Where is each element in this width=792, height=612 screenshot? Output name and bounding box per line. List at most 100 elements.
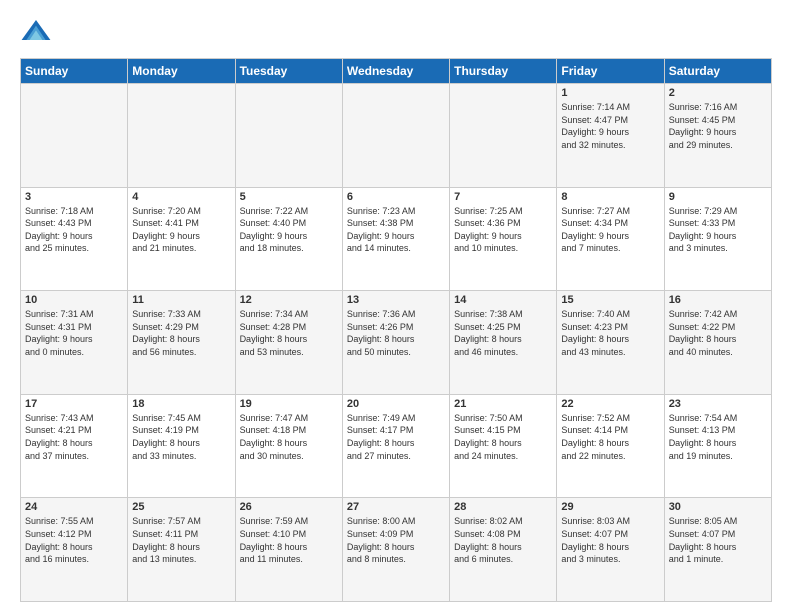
header-day: Wednesday — [342, 59, 449, 84]
day-number: 10 — [25, 294, 123, 306]
day-info: Sunrise: 8:03 AM Sunset: 4:07 PM Dayligh… — [561, 515, 659, 565]
calendar-cell: 22 Sunrise: 7:52 AM Sunset: 4:14 PM Dayli… — [557, 394, 664, 498]
day-number: 27 — [347, 501, 445, 513]
logo-icon — [20, 16, 52, 48]
day-info: Sunrise: 7:47 AM Sunset: 4:18 PM Dayligh… — [240, 412, 338, 462]
day-info: Sunrise: 7:23 AM Sunset: 4:38 PM Dayligh… — [347, 205, 445, 255]
day-info: Sunrise: 7:31 AM Sunset: 4:31 PM Dayligh… — [25, 308, 123, 358]
day-info: Sunrise: 7:45 AM Sunset: 4:19 PM Dayligh… — [132, 412, 230, 462]
day-info: Sunrise: 7:50 AM Sunset: 4:15 PM Dayligh… — [454, 412, 552, 462]
day-number: 18 — [132, 398, 230, 410]
day-number: 3 — [25, 191, 123, 203]
day-info: Sunrise: 7:36 AM Sunset: 4:26 PM Dayligh… — [347, 308, 445, 358]
calendar-cell: 3 Sunrise: 7:18 AM Sunset: 4:43 PM Daylig… — [21, 187, 128, 291]
calendar-cell: 17 Sunrise: 7:43 AM Sunset: 4:21 PM Dayli… — [21, 394, 128, 498]
calendar-cell: 11 Sunrise: 7:33 AM Sunset: 4:29 PM Dayli… — [128, 291, 235, 395]
day-number: 22 — [561, 398, 659, 410]
day-number: 5 — [240, 191, 338, 203]
day-info: Sunrise: 7:57 AM Sunset: 4:11 PM Dayligh… — [132, 515, 230, 565]
header-day: Monday — [128, 59, 235, 84]
day-number: 17 — [25, 398, 123, 410]
day-info: Sunrise: 7:29 AM Sunset: 4:33 PM Dayligh… — [669, 205, 767, 255]
header-day: Friday — [557, 59, 664, 84]
day-info: Sunrise: 7:40 AM Sunset: 4:23 PM Dayligh… — [561, 308, 659, 358]
day-number: 24 — [25, 501, 123, 513]
calendar-cell: 9 Sunrise: 7:29 AM Sunset: 4:33 PM Daylig… — [664, 187, 771, 291]
calendar-cell: 7Sunrise: 7:25 AM Sunset: 4:36 PM Daylig… — [450, 187, 557, 291]
day-info: Sunrise: 7:52 AM Sunset: 4:14 PM Dayligh… — [561, 412, 659, 462]
calendar-cell: 16 Sunrise: 7:42 AM Sunset: 4:22 PM Dayli… — [664, 291, 771, 395]
day-number: 21 — [454, 398, 552, 410]
calendar-cell: 6 Sunrise: 7:23 AM Sunset: 4:38 PM Daylig… — [342, 187, 449, 291]
day-number: 6 — [347, 191, 445, 203]
header-day: Tuesday — [235, 59, 342, 84]
calendar-cell — [21, 84, 128, 188]
day-info: Sunrise: 7:33 AM Sunset: 4:29 PM Dayligh… — [132, 308, 230, 358]
header-day: Saturday — [664, 59, 771, 84]
calendar-cell: 10 Sunrise: 7:31 AM Sunset: 4:31 PM Dayli… — [21, 291, 128, 395]
day-info: Sunrise: 7:14 AM Sunset: 4:47 PM Dayligh… — [561, 101, 659, 151]
calendar-cell: 27 Sunrise: 8:00 AM Sunset: 4:09 PM Dayli… — [342, 498, 449, 602]
calendar-cell: 25 Sunrise: 7:57 AM Sunset: 4:11 PM Dayli… — [128, 498, 235, 602]
day-number: 16 — [669, 294, 767, 306]
day-number: 2 — [669, 87, 767, 99]
day-number: 1 — [561, 87, 659, 99]
calendar-header: SundayMondayTuesdayWednesdayThursdayFrid… — [21, 59, 772, 84]
calendar-cell: 24 Sunrise: 7:55 AM Sunset: 4:12 PM Dayli… — [21, 498, 128, 602]
calendar-cell: 28Sunrise: 8:02 AM Sunset: 4:08 PM Dayli… — [450, 498, 557, 602]
day-info: Sunrise: 8:00 AM Sunset: 4:09 PM Dayligh… — [347, 515, 445, 565]
day-number: 25 — [132, 501, 230, 513]
calendar-cell: 2 Sunrise: 7:16 AM Sunset: 4:45 PM Daylig… — [664, 84, 771, 188]
calendar-week-row: 17 Sunrise: 7:43 AM Sunset: 4:21 PM Dayli… — [21, 394, 772, 498]
calendar-cell: 19 Sunrise: 7:47 AM Sunset: 4:18 PM Dayli… — [235, 394, 342, 498]
day-number: 4 — [132, 191, 230, 203]
calendar-cell — [235, 84, 342, 188]
calendar-cell — [450, 84, 557, 188]
calendar-cell: 13Sunrise: 7:36 AM Sunset: 4:26 PM Dayli… — [342, 291, 449, 395]
day-info: Sunrise: 7:49 AM Sunset: 4:17 PM Dayligh… — [347, 412, 445, 462]
day-number: 23 — [669, 398, 767, 410]
day-info: Sunrise: 7:42 AM Sunset: 4:22 PM Dayligh… — [669, 308, 767, 358]
calendar-cell: 30Sunrise: 8:05 AM Sunset: 4:07 PM Dayli… — [664, 498, 771, 602]
calendar-cell: 4Sunrise: 7:20 AM Sunset: 4:41 PM Daylig… — [128, 187, 235, 291]
day-number: 14 — [454, 294, 552, 306]
day-number: 20 — [347, 398, 445, 410]
calendar-cell: 5 Sunrise: 7:22 AM Sunset: 4:40 PM Daylig… — [235, 187, 342, 291]
day-info: Sunrise: 7:59 AM Sunset: 4:10 PM Dayligh… — [240, 515, 338, 565]
header-row: SundayMondayTuesdayWednesdayThursdayFrid… — [21, 59, 772, 84]
calendar-cell: 21 Sunrise: 7:50 AM Sunset: 4:15 PM Dayli… — [450, 394, 557, 498]
day-info: Sunrise: 7:25 AM Sunset: 4:36 PM Dayligh… — [454, 205, 552, 255]
calendar-cell: 20 Sunrise: 7:49 AM Sunset: 4:17 PM Dayli… — [342, 394, 449, 498]
calendar-table: SundayMondayTuesdayWednesdayThursdayFrid… — [20, 58, 772, 602]
day-info: Sunrise: 7:22 AM Sunset: 4:40 PM Dayligh… — [240, 205, 338, 255]
header — [20, 16, 772, 48]
calendar-cell: 15Sunrise: 7:40 AM Sunset: 4:23 PM Dayli… — [557, 291, 664, 395]
page: SundayMondayTuesdayWednesdayThursdayFrid… — [0, 0, 792, 612]
day-number: 26 — [240, 501, 338, 513]
calendar-week-row: 24 Sunrise: 7:55 AM Sunset: 4:12 PM Dayli… — [21, 498, 772, 602]
calendar-cell: 29 Sunrise: 8:03 AM Sunset: 4:07 PM Dayli… — [557, 498, 664, 602]
calendar-cell: 14Sunrise: 7:38 AM Sunset: 4:25 PM Dayli… — [450, 291, 557, 395]
day-info: Sunrise: 7:27 AM Sunset: 4:34 PM Dayligh… — [561, 205, 659, 255]
day-info: Sunrise: 7:55 AM Sunset: 4:12 PM Dayligh… — [25, 515, 123, 565]
calendar-cell: 8 Sunrise: 7:27 AM Sunset: 4:34 PM Daylig… — [557, 187, 664, 291]
day-info: Sunrise: 7:43 AM Sunset: 4:21 PM Dayligh… — [25, 412, 123, 462]
day-number: 9 — [669, 191, 767, 203]
day-number: 28 — [454, 501, 552, 513]
day-info: Sunrise: 7:34 AM Sunset: 4:28 PM Dayligh… — [240, 308, 338, 358]
day-number: 19 — [240, 398, 338, 410]
calendar-week-row: 3 Sunrise: 7:18 AM Sunset: 4:43 PM Daylig… — [21, 187, 772, 291]
calendar-week-row: 1 Sunrise: 7:14 AM Sunset: 4:47 PM Daylig… — [21, 84, 772, 188]
calendar-cell: 1 Sunrise: 7:14 AM Sunset: 4:47 PM Daylig… — [557, 84, 664, 188]
logo — [20, 16, 56, 48]
day-number: 11 — [132, 294, 230, 306]
calendar-cell: 12Sunrise: 7:34 AM Sunset: 4:28 PM Dayli… — [235, 291, 342, 395]
calendar-cell: 18 Sunrise: 7:45 AM Sunset: 4:19 PM Dayli… — [128, 394, 235, 498]
calendar-week-row: 10 Sunrise: 7:31 AM Sunset: 4:31 PM Dayli… — [21, 291, 772, 395]
day-number: 29 — [561, 501, 659, 513]
day-info: Sunrise: 7:18 AM Sunset: 4:43 PM Dayligh… — [25, 205, 123, 255]
header-day: Sunday — [21, 59, 128, 84]
calendar-cell — [342, 84, 449, 188]
day-info: Sunrise: 7:16 AM Sunset: 4:45 PM Dayligh… — [669, 101, 767, 151]
day-number: 8 — [561, 191, 659, 203]
